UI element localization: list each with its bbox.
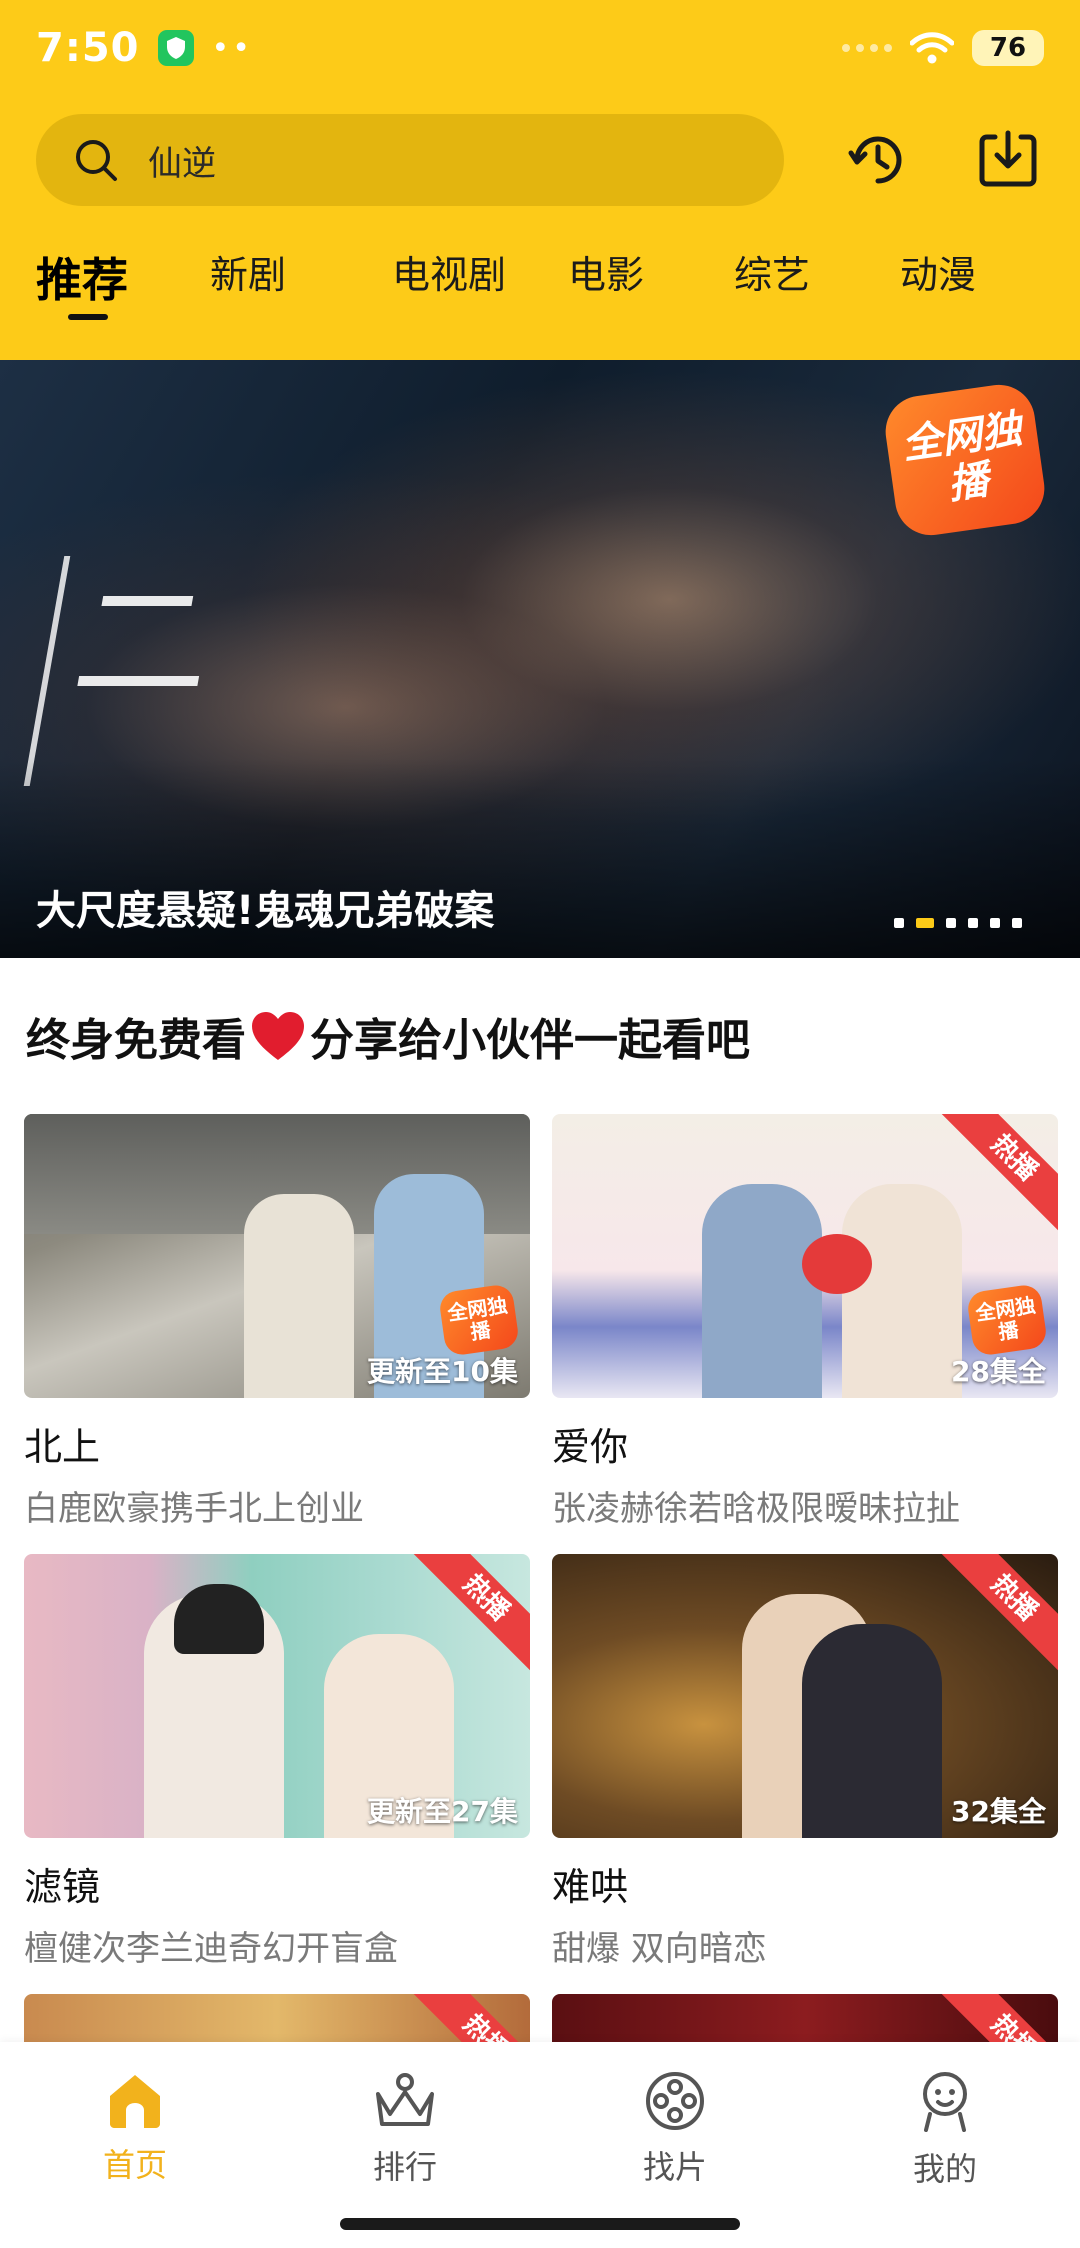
video-subtitle: 白鹿欧豪携手北上创业 (24, 1489, 364, 1529)
nav-ranking[interactable]: 排行 (305, 2070, 505, 2188)
home-indicator (340, 2218, 740, 2230)
indicator-dot-active (916, 918, 934, 928)
search-bar[interactable]: 仙逆 (36, 114, 784, 206)
shield-icon (157, 30, 194, 66)
tab-label: 电视剧 (392, 253, 507, 297)
wifi-icon (910, 32, 954, 64)
signal-icon (842, 44, 892, 52)
exclusive-badge: 全网独播 (437, 1283, 521, 1357)
exclusive-badge: 全网独播 (880, 380, 1050, 540)
video-title: 爱你 (552, 1425, 629, 1469)
tab-label: 动漫 (900, 253, 977, 297)
video-thumbnail: 热播 更新至27集 (24, 1554, 530, 1838)
top-header: 7:50 •• 76 仙逆 推荐 新剧 电视剧 电影 综艺 动漫 (0, 0, 1080, 360)
banner-show-logo (23, 556, 245, 786)
indicator-dot (968, 918, 978, 928)
video-card[interactable]: 热播 32集全 难哄 甜爆 双向暗恋 (552, 1554, 1058, 1970)
tab-label: 综艺 (734, 253, 811, 297)
video-subtitle: 檀健次李兰迪奇幻开盲盒 (24, 1929, 398, 1969)
indicator-dot (894, 918, 904, 928)
search-icon (76, 140, 117, 181)
exclusive-badge-text: 全网独播 (899, 406, 1025, 509)
film-reel-icon (646, 2072, 704, 2130)
search-query: 仙逆 (148, 143, 216, 184)
nav-label: 我的 (912, 2150, 977, 2188)
nav-profile[interactable]: 我的 (845, 2070, 1045, 2190)
home-icon (110, 2075, 160, 2128)
nav-label: 排行 (372, 2148, 437, 2186)
crown-icon (376, 2073, 434, 2126)
tab-movies[interactable]: 电影 (568, 244, 734, 324)
category-tabs: 推荐 新剧 电视剧 电影 综艺 动漫 (36, 244, 1056, 324)
hot-badge: 热播 (936, 1554, 1058, 1676)
history-icon[interactable] (838, 120, 918, 200)
indicator-dot (990, 918, 1000, 928)
notification-dots: •• (211, 30, 253, 66)
video-thumbnail: 全网独播 更新至10集 (24, 1114, 530, 1398)
banner-page-indicator (894, 918, 1022, 928)
profile-icon (923, 2072, 967, 2132)
video-subtitle: 甜爆 双向暗恋 (552, 1929, 767, 1969)
video-card[interactable]: 全网独播 更新至10集 北上 白鹿欧豪携手北上创业 (24, 1114, 530, 1530)
download-icon[interactable] (968, 120, 1048, 200)
tab-active-indicator (68, 314, 108, 320)
indicator-dot (1012, 918, 1022, 928)
tab-tv-series[interactable]: 电视剧 (392, 244, 568, 324)
tab-label: 新剧 (210, 253, 287, 297)
section-title: 终身免费看 分享给小伙伴一起看吧 (26, 1004, 750, 1068)
episode-count: 更新至27集 (367, 1795, 518, 1828)
nav-label: 找片 (642, 2148, 707, 2186)
exclusive-badge: 全网独播 (965, 1283, 1049, 1357)
video-thumbnail: 热播 全网独播 28集全 (552, 1114, 1058, 1398)
nav-home[interactable]: 首页 (35, 2070, 235, 2186)
episode-count: 28集全 (951, 1355, 1046, 1388)
status-bar: 7:50 •• 76 (36, 20, 1044, 76)
video-title: 滤镜 (24, 1865, 101, 1909)
tab-recommend[interactable]: 推荐 (36, 244, 210, 324)
video-card[interactable]: 热播 更新至27集 滤镜 檀健次李兰迪奇幻开盲盒 (24, 1554, 530, 1970)
video-title: 北上 (24, 1425, 101, 1469)
banner-title: 大尺度悬疑!鬼魂兄弟破案 (36, 888, 495, 934)
tab-new-drama[interactable]: 新剧 (210, 244, 392, 324)
tab-label: 推荐 (36, 253, 128, 307)
indicator-dot (946, 918, 956, 928)
episode-count: 更新至10集 (367, 1355, 518, 1388)
heart-icon (252, 1012, 304, 1060)
video-title: 难哄 (552, 1865, 629, 1909)
tab-anime[interactable]: 动漫 (900, 244, 1040, 324)
tab-label: 电影 (568, 253, 645, 297)
nav-label: 首页 (102, 2146, 167, 2184)
video-card[interactable]: 热播 全网独播 28集全 爱你 张凌赫徐若晗极限暧昧拉扯 (552, 1114, 1058, 1530)
hero-banner[interactable]: 全网独播 大尺度悬疑!鬼魂兄弟破案 (0, 360, 1080, 958)
tab-variety[interactable]: 综艺 (734, 244, 900, 324)
battery-indicator: 76 (972, 30, 1044, 66)
status-time: 7:50 (36, 25, 140, 71)
episode-count: 32集全 (951, 1795, 1046, 1828)
video-thumbnail: 热播 32集全 (552, 1554, 1058, 1838)
video-subtitle: 张凌赫徐若晗极限暧昧拉扯 (552, 1489, 960, 1529)
nav-find[interactable]: 找片 (575, 2070, 775, 2188)
